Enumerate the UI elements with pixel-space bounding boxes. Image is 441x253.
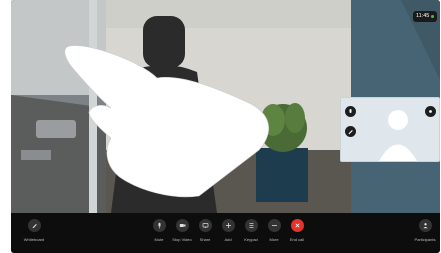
edit-icon[interactable] xyxy=(345,126,356,137)
participants-button[interactable]: Participants xyxy=(410,219,440,242)
video-camera-icon xyxy=(175,219,189,232)
end-call-label: End call xyxy=(289,237,305,242)
share-screen-icon xyxy=(198,219,212,232)
hang-up-icon xyxy=(290,219,304,232)
whiteboard-label: Whiteboard xyxy=(23,237,45,242)
expand-icon[interactable] xyxy=(425,106,436,117)
participants-label: Participants xyxy=(414,237,436,242)
participants-icon xyxy=(418,219,432,232)
whiteboard-button[interactable]: Whiteboard xyxy=(19,219,49,242)
status-clock: 11:45 xyxy=(413,11,437,22)
keypad-icon xyxy=(244,219,258,232)
self-view[interactable] xyxy=(340,97,440,162)
mute-icon[interactable] xyxy=(345,106,356,117)
call-control-bar: Whiteboard Mute Stop Video Share Add Key… xyxy=(11,213,440,253)
status-dot xyxy=(431,15,434,18)
more-icon xyxy=(267,219,281,232)
plus-icon xyxy=(221,219,235,232)
pen-icon xyxy=(27,219,41,232)
end-call-button[interactable]: End call xyxy=(282,219,312,242)
video-call-screen: 11:45 Whiteboard Mute Stop Video Share A… xyxy=(11,0,440,253)
microphone-icon xyxy=(152,219,166,232)
clock-time: 11:45 xyxy=(416,13,430,19)
